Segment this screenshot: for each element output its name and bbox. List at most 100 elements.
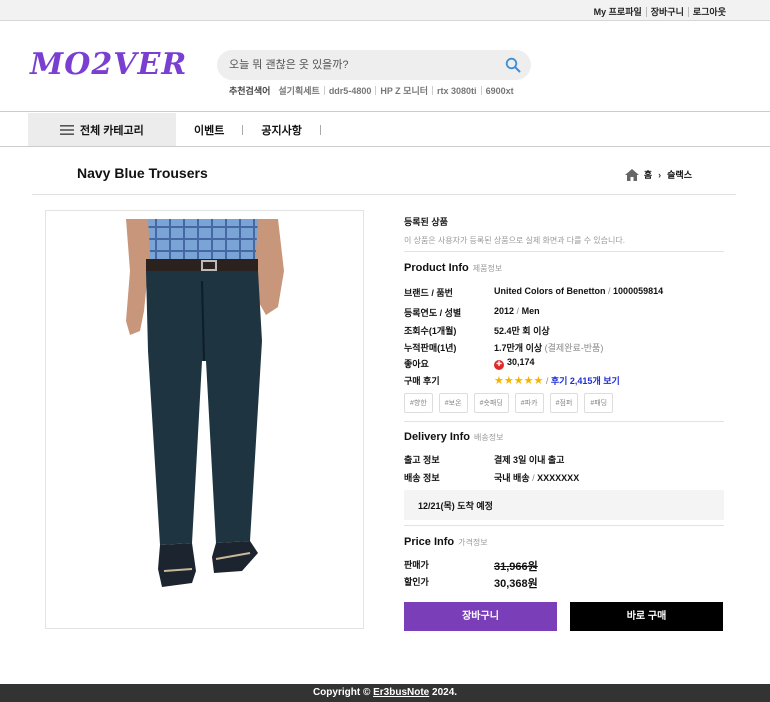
nav-item-notices[interactable]: 공지사항 xyxy=(243,122,319,138)
sale-price-row: 할인가 30,368원 xyxy=(404,575,724,590)
review-key: 구매 후기 xyxy=(404,376,440,386)
review-row: 구매 후기 ★★★★★ / 후기 2,415개 보기 xyxy=(404,374,724,388)
brand-key: 브랜드 / 품번 xyxy=(404,288,453,298)
main-nav: 전체 카테고리 이벤트 공지사항 xyxy=(0,113,770,147)
gender-key-text: 성별 xyxy=(444,308,462,318)
home-icon[interactable] xyxy=(624,168,639,181)
sale-price-key: 할인가 xyxy=(404,577,429,587)
logout-link[interactable]: 로그아웃 xyxy=(689,5,730,18)
delivery-info-title: Delivery Info 배송정보 xyxy=(404,431,503,443)
sales-note: (결제완료-반품) xyxy=(544,343,604,353)
all-categories-label: 전체 카테고리 xyxy=(80,124,144,137)
views-value: 52.4만 회 이상 xyxy=(494,326,550,336)
product-image xyxy=(45,210,364,629)
top-bar: My 프로파일 장바구니 로그아웃 xyxy=(0,0,770,21)
keyword-link[interactable]: ddr5-4800 xyxy=(325,86,376,96)
likes-key: 좋아요 xyxy=(404,359,429,369)
sales-key: 누적판매(1년) xyxy=(404,343,457,353)
keyword-link[interactable]: 6900xt xyxy=(482,86,518,96)
chevron-right-icon: › xyxy=(658,169,662,180)
year-value-text: 2012 xyxy=(494,306,515,316)
registered-title: 등록된 상품 xyxy=(404,217,448,227)
top-links: My 프로파일 장바구니 로그아웃 xyxy=(590,5,730,18)
footer: Copyright © Er3busNote 2024. xyxy=(0,684,770,702)
review-value: ★★★★★ / 후기 2,415개 보기 xyxy=(494,375,620,387)
likes-row: 좋아요 ✚ 30,174 xyxy=(404,357,724,371)
ship-row: 출고 정보 결제 3일 이내 출고 xyxy=(404,453,724,467)
keyword-link[interactable]: rtx 3080ti xyxy=(433,86,481,96)
price-info-title: Price Info 가격정보 xyxy=(404,536,488,548)
search-input[interactable] xyxy=(229,56,499,74)
cart-link[interactable]: 장바구니 xyxy=(647,5,688,18)
nav-item-events[interactable]: 이벤트 xyxy=(176,122,242,138)
eta-box: 12/21(목) 도착 예정 xyxy=(404,490,724,520)
likes-value[interactable]: ✚ 30,174 xyxy=(494,357,535,370)
logo[interactable]: MO2VER xyxy=(30,47,187,82)
orig-price-value: 31,966원 xyxy=(494,561,538,573)
method-value-text2: XXXXXXX xyxy=(537,473,580,483)
method-row: 배송 정보 국내 배송 / XXXXXXX xyxy=(404,471,724,485)
title-row: Navy Blue Trousers 홈 › 슬랙스 xyxy=(32,150,736,195)
views-row: 조회수(1개월) 52.4만 회 이상 xyxy=(404,324,724,338)
product-info-title: Product Info 제품정보 xyxy=(404,262,502,274)
tag-chip[interactable]: #패딩 xyxy=(584,393,614,413)
all-categories-button[interactable]: 전체 카테고리 xyxy=(28,113,176,146)
header: MO2VER 추천검색어 설기획세트 ddr5-4800 HP Z 모니터 rt… xyxy=(0,21,770,112)
review-link[interactable]: 후기 2,415개 보기 xyxy=(551,376,620,386)
buy-now-button[interactable]: 바로 구매 xyxy=(570,602,723,631)
product-info-heading: Product Info xyxy=(404,262,469,274)
divider xyxy=(319,124,321,135)
tag-list: #향한 #보온 #숏패딩 #파카 #점퍼 #패딩 xyxy=(404,393,614,413)
search-icon[interactable] xyxy=(505,57,521,73)
method-value-text: 국내 배송 xyxy=(494,473,530,483)
author-link[interactable]: Er3busNote xyxy=(373,687,429,698)
heart-icon: ✚ xyxy=(494,360,504,370)
sales-value: 1.7만개 이상 (결제완료-반품) xyxy=(494,341,603,354)
star-rating-icon: ★★★★★ xyxy=(494,375,544,387)
method-key: 배송 정보 xyxy=(404,473,440,483)
brand-value: United Colors of Benetton / 1000059814 xyxy=(494,286,664,296)
sales-value-text: 1.7만개 이상 xyxy=(494,343,543,353)
sku-value-text: 1000059814 xyxy=(613,286,664,296)
views-key: 조회수(1개월) xyxy=(404,326,457,336)
brand-row: 브랜드 / 품번 United Colors of Benetton / 100… xyxy=(404,286,724,300)
sales-row: 누적판매(1년) 1.7만개 이상 (결제완료-반품) xyxy=(404,341,724,355)
tag-chip[interactable]: #숏패딩 xyxy=(473,393,509,413)
ship-key: 출고 정보 xyxy=(404,455,440,465)
divider xyxy=(404,421,724,422)
price-info-heading: Price Info xyxy=(404,536,455,548)
recommend-label: 추천검색어 xyxy=(229,86,271,96)
copyright-prefix: Copyright © xyxy=(312,687,371,698)
year-value: 2012 / Men xyxy=(494,306,540,316)
copyright-year: 2024. xyxy=(432,687,458,698)
gender-value-text: Men xyxy=(521,306,540,316)
menu-icon xyxy=(60,125,74,135)
delivery-info-sub: 배송정보 xyxy=(474,433,504,442)
year-key-text: 등록연도 xyxy=(404,308,438,318)
keyword-link[interactable]: 설기획세트 xyxy=(274,84,323,97)
sale-price-value: 30,368원 xyxy=(494,578,538,590)
keyword-link[interactable]: HP Z 모니터 xyxy=(376,84,432,97)
breadcrumb: 홈 › 슬랙스 xyxy=(624,168,692,181)
product-info-sub: 제품정보 xyxy=(472,264,503,273)
brand-key-text: 브랜드 xyxy=(404,288,429,298)
year-key: 등록연도 / 성별 xyxy=(404,308,462,318)
tag-chip[interactable]: #점퍼 xyxy=(549,393,579,413)
orig-price-key: 판매가 xyxy=(404,560,429,570)
likes-count: 30,174 xyxy=(507,357,535,367)
page-title: Navy Blue Trousers xyxy=(77,165,208,181)
tag-chip[interactable]: #향한 xyxy=(404,393,433,413)
recommended-keywords: 추천검색어 설기획세트 ddr5-4800 HP Z 모니터 rtx 3080t… xyxy=(229,84,518,97)
trousers-image xyxy=(126,219,284,587)
tag-chip[interactable]: #파카 xyxy=(514,393,544,413)
add-to-cart-button[interactable]: 장바구니 xyxy=(404,602,557,631)
brand-value-text: United Colors of Benetton xyxy=(494,286,606,296)
year-row: 등록연도 / 성별 2012 / Men xyxy=(404,306,724,320)
nav-menu: 이벤트 공지사항 xyxy=(176,113,321,146)
ship-value: 결제 3일 이내 출고 xyxy=(494,455,565,465)
breadcrumb-home[interactable]: 홈 xyxy=(644,168,652,181)
divider xyxy=(404,251,724,252)
breadcrumb-current[interactable]: 슬랙스 xyxy=(667,168,692,181)
my-profile-link[interactable]: My 프로파일 xyxy=(590,5,646,18)
tag-chip[interactable]: #보온 xyxy=(438,393,468,413)
